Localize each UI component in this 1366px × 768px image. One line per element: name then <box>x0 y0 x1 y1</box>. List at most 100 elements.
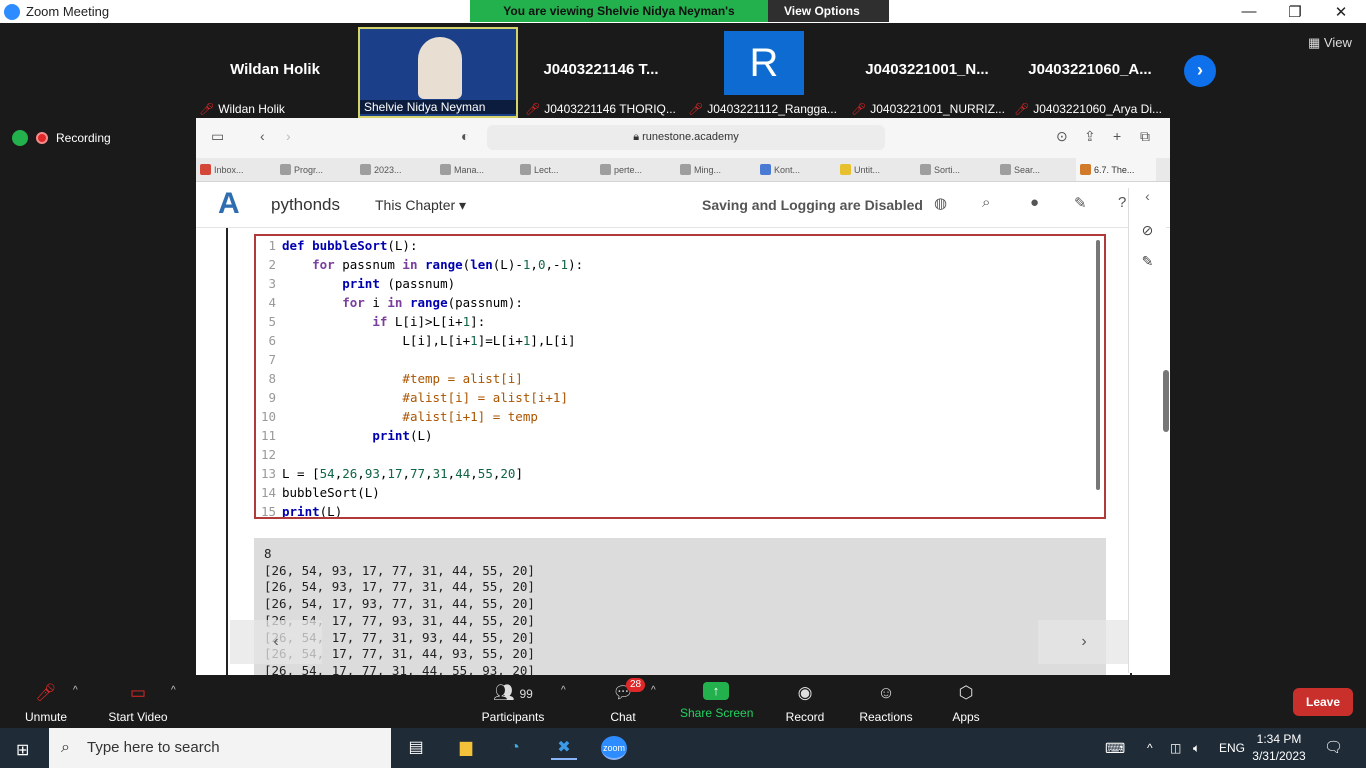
start-video-button[interactable]: ▭ Start Video <box>107 682 169 724</box>
line-number: 15 <box>260 504 276 519</box>
participant-name-label: 🎤︎ J0403221060_Arya Di... <box>1014 102 1168 116</box>
participant-tile[interactable]: J0403221060_A... 🎤︎ J0403221060_Arya Di..… <box>1010 27 1170 118</box>
collapse-icon[interactable]: ‹ <box>1129 188 1166 204</box>
view-options-button[interactable]: View Options ⌄ <box>768 0 889 40</box>
tab-label: Inbox... <box>214 165 244 175</box>
runestone-logo-icon[interactable]: A <box>218 187 240 221</box>
keyboard-icon[interactable]: ⌨ <box>1105 728 1125 768</box>
browser-tab[interactable]: Untit... <box>836 158 916 181</box>
show-hidden-icons-icon[interactable]: ^ <box>1147 728 1153 768</box>
close-button[interactable]: ✕ <box>1318 0 1364 23</box>
code-line: 12 <box>256 445 1104 464</box>
browser-tab[interactable]: perte... <box>596 158 676 181</box>
hide-annotations-icon[interactable]: ⊘ <box>1129 222 1166 239</box>
browser-tabs: Inbox... Progr... 2023... Mana... Lect..… <box>196 158 1170 182</box>
next-page-button[interactable]: › <box>1038 620 1130 664</box>
view-button[interactable]: ▦ View <box>1308 35 1352 51</box>
reactions-button[interactable]: ☺ Reactions <box>858 682 914 724</box>
minimize-button[interactable]: — <box>1226 0 1272 23</box>
code-line: 9 #alist[i] = alist[i+1] <box>256 388 1104 407</box>
forward-icon[interactable]: › <box>286 128 291 144</box>
download-icon[interactable]: ⊙ <box>1056 128 1068 145</box>
zoom-app-icon[interactable]: zoom <box>601 736 627 760</box>
network-icon[interactable]: ◫ <box>1170 728 1181 768</box>
taskbar-search[interactable]: ⌕ Type here to search <box>49 728 391 768</box>
line-number: 2 <box>268 257 276 272</box>
address-bar[interactable]: 🔒︎ runestone.academy <box>487 125 885 150</box>
page-scrollbar[interactable] <box>1163 370 1169 432</box>
share-screen-button[interactable]: ↑ Share Screen <box>680 682 753 720</box>
chat-caret-icon[interactable]: ^ <box>651 685 656 696</box>
browser-tab[interactable]: Ming... <box>676 158 756 181</box>
chapter-menu[interactable]: This Chapter ▾ <box>375 197 466 214</box>
edge-icon[interactable]: ◔ <box>502 736 528 760</box>
record-dot-icon <box>36 132 48 144</box>
browser-tab[interactable]: Sorti... <box>916 158 996 181</box>
file-explorer-icon[interactable]: ▆ <box>453 736 479 760</box>
browser-tab[interactable]: Kont... <box>756 158 836 181</box>
viewing-message: You are viewing Shelvie Nidya Neyman's s… <box>470 0 768 40</box>
browser-tab[interactable]: Mana... <box>436 158 516 181</box>
audio-options-caret-icon[interactable]: ^ <box>73 685 78 696</box>
restore-button[interactable]: ❐ <box>1272 0 1318 23</box>
search-icon[interactable]: ⌕ <box>982 194 990 211</box>
browser-tab[interactable]: Lect... <box>516 158 596 181</box>
participant-tile[interactable]: Wildan Holik 🎤︎ Wildan Holik <box>195 27 355 118</box>
meeting-controls: 🎤︎ Unmute ^ ▭ Start Video ^ 👥︎ 99 Participa… <box>0 675 1366 728</box>
share-icon[interactable]: ⇪ <box>1084 128 1096 145</box>
participant-tile[interactable]: J0403221001_N... 🎤︎ J0403221001_NURRIZ... <box>847 27 1007 118</box>
tab-favicon-icon <box>1000 164 1011 175</box>
volume-icon[interactable]: 🔈︎ <box>1193 728 1200 768</box>
site-brand[interactable]: pythonds <box>271 195 340 215</box>
edit-icon[interactable]: ✎ <box>1074 194 1087 212</box>
apps-button[interactable]: ⬡ Apps <box>950 682 982 724</box>
speaker-video <box>418 37 462 99</box>
participant-name: J0403221060_Arya Di... <box>1033 102 1162 116</box>
tab-label: Sear... <box>1014 165 1041 175</box>
record-button[interactable]: ◉ Record <box>785 682 825 724</box>
browser-tab[interactable]: Progr... <box>276 158 356 181</box>
user-icon[interactable]: ● <box>1030 194 1039 211</box>
windows-start-icon[interactable]: ⊞ <box>16 740 29 760</box>
editor-scrollbar[interactable] <box>1096 240 1100 490</box>
browser-tab-active[interactable]: 6.7. The... <box>1076 158 1156 181</box>
code-editor[interactable]: 1 def bubbleSort(L): 2 for passnum in ran… <box>254 234 1106 519</box>
new-note-icon[interactable]: ✎ <box>1129 253 1166 270</box>
participant-tile[interactable]: J0403221146 T... 🎤︎ J0403221146 THORIQ... <box>521 27 681 118</box>
tab-overview-icon[interactable]: ⧉ <box>1140 128 1150 145</box>
video-options-caret-icon[interactable]: ^ <box>171 685 176 696</box>
shield-icon[interactable]: ◐ <box>461 128 469 144</box>
participants-caret-icon[interactable]: ^ <box>561 685 566 696</box>
browser-tab[interactable]: 2023... <box>356 158 436 181</box>
participants-icon: 👥︎ <box>493 683 515 702</box>
line-number: 7 <box>268 352 276 367</box>
taskbar-clock[interactable]: 1:34 PM 3/31/2023 <box>1248 731 1310 765</box>
back-icon[interactable]: ‹ <box>260 128 265 144</box>
browser-tab[interactable]: Sear... <box>996 158 1076 181</box>
language-indicator[interactable]: ENG <box>1219 728 1245 768</box>
url-text: runestone.academy <box>642 131 739 143</box>
annotation-sidepanel: ‹ ⊘ ✎ <box>1128 188 1166 673</box>
vscode-icon[interactable]: ✖ <box>551 736 577 760</box>
browser-tab[interactable]: Inbox... <box>196 158 276 181</box>
sidebar-icon[interactable]: ▭ <box>211 128 224 145</box>
active-speaker-tile[interactable]: Shelvie Nidya Neyman <box>358 27 518 118</box>
gallery-next-button[interactable]: › <box>1184 55 1216 87</box>
tab-favicon-icon <box>920 164 931 175</box>
participant-display-name: Wildan Holik <box>230 61 320 78</box>
code-line: 7 <box>256 350 1104 369</box>
task-view-icon[interactable]: ▤ <box>403 736 429 760</box>
help-icon[interactable]: ? <box>1118 194 1126 211</box>
notifications-icon[interactable]: 🗨︎ <box>1324 728 1343 768</box>
code-line: 10 #alist[i+1] = temp <box>256 407 1104 426</box>
apps-icon: ⬡ <box>958 683 974 702</box>
search-placeholder: Type here to search <box>87 739 220 756</box>
new-tab-icon[interactable]: + <box>1113 128 1121 144</box>
prev-page-button[interactable]: ‹ <box>230 620 322 664</box>
globe-icon[interactable]: ◍ <box>934 194 947 212</box>
leave-button[interactable]: Leave <box>1293 688 1353 716</box>
participant-display-name: J0403221060_A... <box>1028 61 1152 78</box>
participant-tile[interactable]: R 🎤︎ J0403221112_Rangga... <box>684 27 844 118</box>
participants-button[interactable]: 👥︎ 99 Participants <box>480 682 546 724</box>
unmute-button[interactable]: 🎤︎ Unmute <box>22 682 70 724</box>
